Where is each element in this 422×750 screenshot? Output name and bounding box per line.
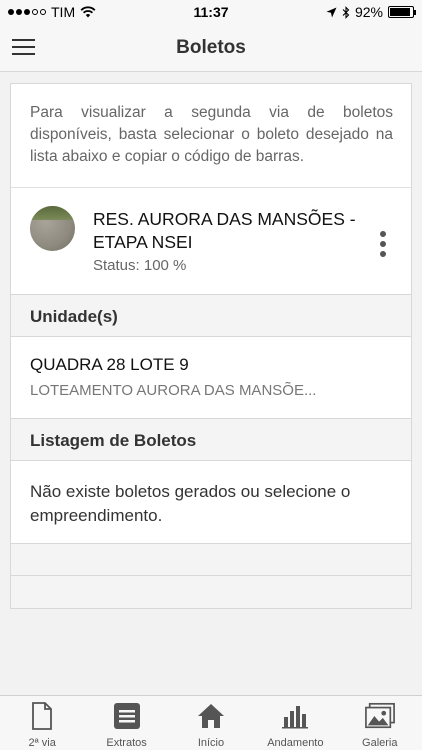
project-name: RES. AURORA DAS MANSÕES - ETAPA NSEI	[93, 209, 356, 252]
tab-extratos[interactable]: Extratos	[85, 696, 169, 749]
project-status: Status: 100 %	[93, 257, 187, 274]
list-icon	[112, 701, 142, 731]
more-options-icon[interactable]	[380, 231, 386, 257]
tab-label: Início	[197, 737, 225, 749]
battery-percent: 92%	[354, 4, 383, 20]
tab-andamento[interactable]: Andamento	[253, 696, 337, 749]
units-header: Unidade(s)	[11, 295, 411, 337]
bar-chart-icon	[280, 701, 310, 731]
unit-item[interactable]: QUADRA 28 LOTE 9 LOTEAMENTO AURORA DAS M…	[11, 337, 411, 419]
status-right: 92%	[326, 4, 416, 20]
unit-subtitle: LOTEAMENTO AURORA DAS MANSÕE...	[30, 382, 317, 399]
boletos-empty-message: Não existe boletos gerados ou selecione …	[11, 461, 411, 544]
nav-bar: Boletos	[0, 24, 422, 72]
gallery-icon	[364, 701, 395, 731]
intro-text: Para visualizar a segunda via de boletos…	[11, 84, 411, 188]
home-icon	[196, 701, 226, 731]
boletos-header: Listagem de Boletos	[11, 419, 411, 461]
status-bar: TIM 11:37 92%	[0, 0, 422, 24]
bluetooth-icon	[342, 5, 350, 19]
unit-title: QUADRA 28 LOTE 9	[30, 355, 189, 374]
signal-icon	[8, 9, 46, 15]
tab-label: 2ª via	[28, 737, 56, 749]
tab-segunda-via[interactable]: 2ª via	[0, 696, 84, 749]
carrier-label: TIM	[51, 4, 76, 20]
tab-label: Extratos	[106, 737, 147, 749]
tab-bar: 2ª via Extratos Início Andamento Galeria	[0, 695, 422, 750]
tab-inicio[interactable]: Início	[169, 696, 253, 749]
wifi-icon	[80, 6, 96, 18]
blank-row	[11, 576, 411, 608]
battery-fill	[390, 8, 411, 16]
menu-icon[interactable]	[12, 39, 35, 56]
document-icon	[27, 701, 57, 731]
battery-icon	[388, 6, 416, 18]
project-item[interactable]: RES. AURORA DAS MANSÕES - ETAPA NSEI Sta…	[11, 188, 411, 295]
tab-label: Galeria	[362, 737, 398, 749]
project-avatar	[30, 206, 75, 251]
tab-galeria[interactable]: Galeria	[338, 696, 422, 749]
clock: 11:37	[193, 4, 229, 20]
tab-label: Andamento	[267, 737, 324, 749]
status-left: TIM	[8, 4, 96, 20]
main-card: Para visualizar a segunda via de boletos…	[10, 83, 412, 609]
location-arrow-icon	[326, 7, 337, 17]
page-title: Boletos	[176, 36, 246, 58]
blank-row	[11, 544, 411, 576]
